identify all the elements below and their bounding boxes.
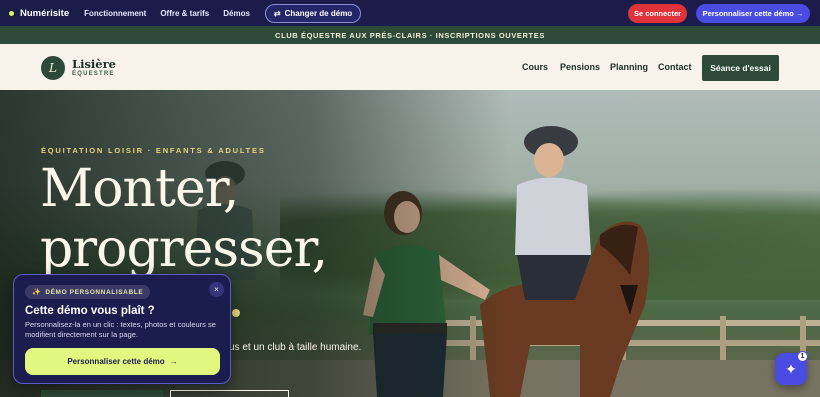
popup-title: Cette démo vous plaît ? [25,305,155,317]
swap-icon: ⇄ [273,8,281,18]
nav-link-demos[interactable]: Démos [223,9,250,18]
menu-item-cours[interactable]: Cours [522,62,548,72]
switch-demo-button[interactable]: ⇄ Changer de démo [264,3,362,23]
hero-title-line-1: Monter, [40,159,239,219]
arrow-right-icon: → [169,357,178,366]
nav-link-fonctionnement[interactable]: Fonctionnement [84,9,146,18]
hero-eyebrow: ÉQUITATION LOISIR · ENFANTS & ADULTES [41,146,266,155]
trial-session-button[interactable]: Séance d'essai [702,55,779,81]
switch-demo-label: Changer de démo [284,8,353,18]
sparkle-icon: ✨ [32,289,42,296]
login-button[interactable]: Se connecter [628,4,687,23]
sparkle-icon: ✦ [785,360,797,377]
menu-item-planning[interactable]: Planning [610,62,648,72]
site-logo-subtitle: ÉQUESTRE [72,71,115,77]
popup-badge-label: DÉMO PERSONNALISABLE [45,288,144,296]
hero-lead-text: us et un club à taille humaine. [229,342,362,353]
personalize-popup: ✨ DÉMO PERSONNALISABLE × Cette démo vous… [13,274,231,384]
site-logo-icon[interactable]: L [41,56,65,80]
popup-description: Personnalisez-la en un clic : textes, ph… [25,320,216,340]
brand-logo-icon [8,9,15,17]
menu-item-contact[interactable]: Contact [658,62,692,72]
popup-customize-label: Personnaliser cette démo [67,357,165,366]
app-brand[interactable]: Numérisite [8,8,69,19]
announcement-bar: CLUB ÉQUESTRE AUX PRÉS-CLAIRS · INSCRIPT… [0,26,820,44]
popup-badge: ✨ DÉMO PERSONNALISABLE [25,285,151,299]
hero-secondary-button[interactable] [170,390,289,397]
nav-link-offre-tarifs[interactable]: Offre & tarifs [160,9,209,18]
hero-primary-button[interactable] [41,390,163,397]
site-logo-name[interactable]: Lisière [72,57,116,71]
popup-close-icon[interactable]: × [209,282,224,297]
hero-title-accent-dot [232,309,240,317]
customize-demo-button[interactable]: Personnaliser cette démo → [696,4,810,23]
popup-customize-button[interactable]: Personnaliser cette démo → [25,348,220,375]
brand-name: Numérisite [20,7,70,19]
menu-item-pensions[interactable]: Pensions [560,62,600,72]
site-header: L Lisière ÉQUESTRE Cours Pensions Planni… [0,44,820,90]
hero-title-line-2: progresser, [40,219,328,279]
notification-badge: 1 [797,351,808,362]
